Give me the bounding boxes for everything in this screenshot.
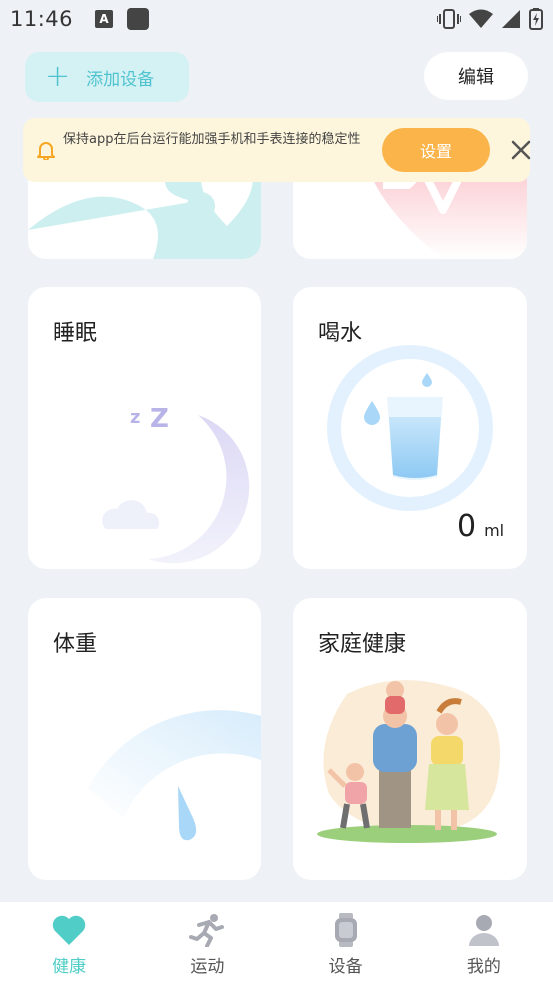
weight-card[interactable]: 体重 bbox=[28, 598, 261, 880]
status-notification-icons: A bbox=[95, 8, 150, 30]
nav-tab-sport[interactable]: 运动 bbox=[138, 902, 276, 984]
nav-tab-mine[interactable]: 我的 bbox=[415, 902, 553, 984]
weight-gauge-illustration bbox=[88, 710, 261, 841]
svg-text:z: z bbox=[130, 407, 140, 428]
water-intake: 0 ml bbox=[457, 509, 504, 544]
nav-label-device: 设备 bbox=[328, 957, 363, 977]
bell-icon bbox=[37, 142, 55, 160]
app-notification-icon bbox=[127, 8, 150, 30]
nav-label-health: 健康 bbox=[52, 957, 87, 977]
nav-tab-health[interactable]: 健康 bbox=[0, 902, 138, 984]
water-intake-value: 0 bbox=[457, 509, 477, 544]
wifi-icon bbox=[469, 9, 493, 28]
add-device-label: 添加设备 bbox=[86, 69, 155, 90]
status-time: 11:46 bbox=[10, 7, 74, 31]
signal-icon bbox=[502, 10, 520, 28]
status-bar: 11:46 A bbox=[0, 0, 553, 38]
vibrate-icon bbox=[437, 9, 461, 29]
moon-illustration: z Z bbox=[102, 404, 250, 564]
bottom-navigation: 健康 运动 设备 我的 bbox=[0, 902, 553, 984]
nav-label-sport: 运动 bbox=[190, 957, 225, 977]
water-intake-unit: ml bbox=[484, 521, 505, 540]
notice-text: 保持app在后台运行能加强手机和手表连接的稳定性 bbox=[63, 132, 361, 147]
family-health-card-title: 家庭健康 bbox=[318, 632, 407, 657]
nav-tab-device[interactable]: 设备 bbox=[277, 902, 415, 984]
edit-button[interactable]: 编辑 bbox=[424, 52, 528, 100]
sleep-card-title: 睡眠 bbox=[53, 321, 98, 346]
notice-settings-button[interactable]: 设置 bbox=[382, 128, 490, 172]
svg-text:Z: Z bbox=[150, 404, 169, 434]
water-card[interactable]: 喝水 0 ml bbox=[293, 287, 527, 569]
weight-card-title: 体重 bbox=[53, 632, 98, 657]
user-icon bbox=[465, 912, 503, 948]
watch-icon bbox=[327, 912, 365, 948]
status-system-icons bbox=[437, 8, 543, 30]
keep-alive-notice: 保持app在后台运行能加强手机和手表连接的稳定性 设置 bbox=[23, 118, 533, 182]
battery-icon bbox=[529, 8, 543, 30]
family-health-card[interactable]: 家庭健康 bbox=[293, 598, 527, 880]
keyboard-notification-icon: A bbox=[95, 10, 114, 28]
add-device-button[interactable]: + 添加设备 bbox=[25, 52, 189, 102]
plus-icon: + bbox=[45, 59, 71, 94]
water-glass-illustration bbox=[327, 345, 493, 511]
sleep-card[interactable]: 睡眠 z Z bbox=[28, 287, 261, 569]
nav-label-mine: 我的 bbox=[466, 957, 501, 977]
close-icon[interactable] bbox=[509, 138, 533, 162]
heart-icon bbox=[50, 912, 88, 948]
runner-icon bbox=[188, 912, 226, 948]
family-illustration bbox=[317, 680, 501, 843]
